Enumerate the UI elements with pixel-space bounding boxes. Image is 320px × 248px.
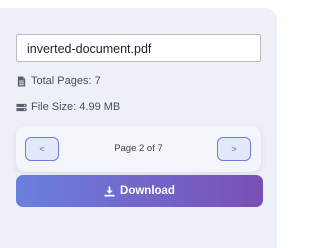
file-icon bbox=[17, 75, 26, 87]
download-button[interactable]: Download bbox=[16, 175, 263, 207]
filename-text: inverted-document.pdf bbox=[27, 42, 152, 56]
total-pages-label: Total Pages: 7 bbox=[31, 75, 101, 87]
hard-drive-icon bbox=[16, 103, 27, 111]
next-page-button[interactable]: > bbox=[217, 137, 251, 161]
download-label: Download bbox=[120, 185, 175, 197]
download-icon bbox=[104, 185, 115, 197]
pdf-info-panel: inverted-document.pdf Total Pages: 7 Fil… bbox=[0, 8, 277, 248]
file-size-row: File Size: 4.99 MB bbox=[16, 100, 120, 114]
total-pages-row: Total Pages: 7 bbox=[16, 74, 101, 88]
file-size-label: File Size: 4.99 MB bbox=[31, 101, 121, 113]
filename-input[interactable]: inverted-document.pdf bbox=[16, 34, 261, 62]
page-navigation: < Page 2 of 7 > bbox=[16, 126, 261, 172]
